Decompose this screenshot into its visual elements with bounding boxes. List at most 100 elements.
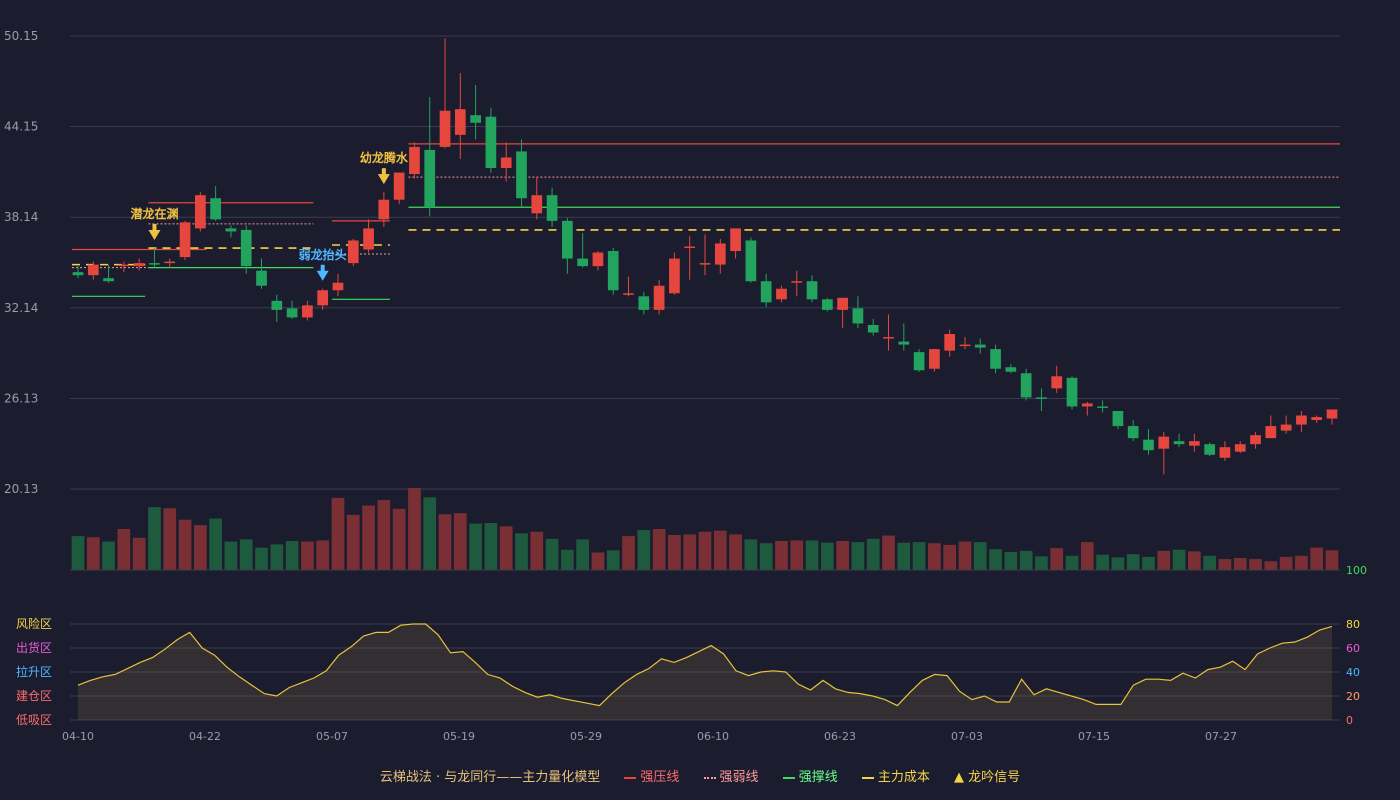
candle-body: [256, 270, 267, 286]
candle-body: [714, 243, 726, 265]
candle-body: [1097, 406, 1108, 408]
candle-body: [776, 288, 787, 300]
candle: [577, 232, 589, 268]
volume-bar: [836, 541, 849, 570]
candle: [760, 273, 772, 307]
volume-bar: [1218, 559, 1232, 570]
candle-body: [485, 116, 497, 169]
legend-cost[interactable]: 主力成本: [861, 766, 930, 785]
candle-body: [347, 240, 359, 264]
candle: [133, 258, 145, 271]
candle-body: [638, 296, 650, 310]
candle-body: [837, 297, 848, 310]
candle: [1250, 432, 1261, 449]
candle: [1219, 441, 1231, 461]
volume-bar: [790, 540, 804, 570]
candle: [745, 237, 757, 283]
candle: [470, 85, 481, 140]
candle-body: [363, 228, 374, 250]
candle: [1020, 368, 1032, 401]
candle: [1112, 410, 1124, 430]
candle-body: [1265, 426, 1277, 439]
candle-body: [302, 305, 313, 318]
legend-signal[interactable]: ▲ 龙吟信号: [954, 766, 1020, 785]
osc-zone-label: 出货区: [16, 640, 52, 655]
candle: [944, 329, 956, 357]
candle: [653, 279, 665, 315]
volume-bar: [148, 507, 161, 570]
candle: [990, 344, 1001, 374]
candle: [424, 97, 436, 217]
signal-label: 弱龙抬头: [299, 247, 347, 262]
x-tick-label: 05-29: [570, 730, 602, 743]
volume-bar: [729, 534, 742, 570]
volume-bar: [759, 543, 773, 570]
volume-bar: [820, 542, 834, 570]
signal-arrow-icon: [148, 230, 161, 241]
volume-bar: [744, 539, 758, 570]
candle: [592, 251, 604, 271]
candle: [194, 192, 206, 232]
candle-body: [118, 264, 130, 267]
osc-right-tick: 60: [1346, 642, 1360, 655]
volume-bar: [423, 497, 437, 570]
candle-body: [439, 110, 451, 147]
volume-bar: [392, 508, 406, 570]
candle: [730, 228, 741, 259]
candle-body: [194, 195, 206, 229]
candle-body: [623, 293, 634, 295]
volume-bar: [561, 549, 574, 570]
candle-body: [577, 258, 589, 267]
legend-support-label: 强撑线: [798, 770, 838, 785]
candle: [607, 248, 619, 295]
candle: [1204, 442, 1216, 457]
candle: [516, 139, 527, 208]
volume-bar: [683, 534, 697, 570]
candle: [393, 172, 405, 205]
volume-bar: [301, 541, 314, 570]
volume-bars: [70, 488, 1340, 571]
legend-title: 云梯战法 · 与龙同行——主力量化模型: [379, 770, 601, 785]
volume-bar: [1172, 549, 1186, 570]
candle: [974, 338, 986, 354]
candle: [1066, 376, 1078, 410]
candle-body: [72, 272, 84, 276]
volume-bar: [545, 538, 559, 570]
volume-bar: [882, 535, 895, 570]
x-tick-label: 04-22: [189, 730, 221, 743]
candle: [210, 186, 221, 221]
signal-label: 潜龙在渊: [130, 206, 178, 221]
volume-bar: [377, 500, 391, 570]
volume-bar: [530, 531, 544, 570]
volume-bar: [1111, 557, 1125, 570]
candle: [164, 258, 176, 268]
candle-body: [1311, 417, 1323, 421]
candle-body: [1250, 435, 1261, 445]
volume-bar: [698, 531, 712, 570]
legend-pressure[interactable]: 强压线: [624, 766, 679, 785]
candle: [179, 220, 191, 261]
volume-bar: [484, 522, 498, 570]
candle-body: [730, 228, 741, 252]
candle: [1143, 429, 1154, 455]
candle-body: [332, 282, 344, 291]
legend-weak[interactable]: 强弱线: [703, 766, 759, 785]
candle-body: [745, 240, 757, 282]
candle-body: [867, 324, 879, 333]
candle: [684, 235, 696, 280]
legend-support[interactable]: 强撑线: [782, 766, 838, 785]
osc-right-tick: 0: [1346, 714, 1353, 727]
volume-bar: [805, 540, 819, 570]
volume-bar: [117, 529, 131, 570]
candle: [302, 300, 313, 321]
candle: [1311, 415, 1323, 424]
candle: [821, 297, 833, 312]
volume-bar: [209, 518, 222, 570]
volume-bar: [71, 536, 85, 570]
osc-zone-label: 低吸区: [16, 713, 52, 727]
candle: [378, 192, 390, 227]
volume-bar: [346, 514, 360, 570]
candle-body: [607, 251, 619, 291]
osc-zone-label: 建仓区: [16, 689, 52, 703]
osc-right-tick: 40: [1346, 666, 1360, 679]
